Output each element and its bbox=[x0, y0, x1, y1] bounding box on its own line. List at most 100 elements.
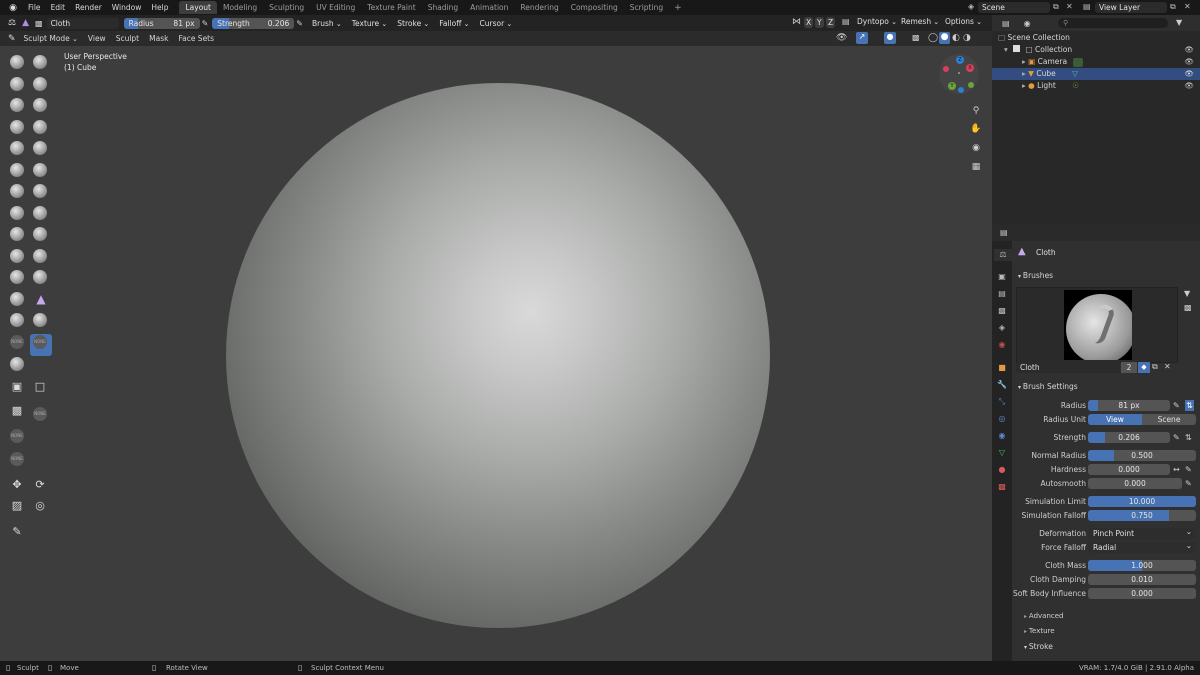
nudge-brush-icon[interactable] bbox=[10, 270, 24, 284]
rotate-brush-icon[interactable] bbox=[33, 270, 47, 284]
force-falloff-select[interactable]: Radial bbox=[1088, 540, 1196, 553]
multiplane-scrape-brush-icon[interactable] bbox=[33, 184, 47, 198]
mode-selector[interactable]: Sculpt Mode bbox=[19, 34, 83, 43]
add-workspace-icon[interactable]: + bbox=[669, 3, 687, 13]
xray-icon[interactable]: ▩ bbox=[912, 33, 920, 42]
brush-browse-icon[interactable]: ▩ bbox=[35, 19, 43, 28]
expand-arrow-icon[interactable]: ▾ bbox=[1004, 45, 1008, 54]
unlink-brush-icon[interactable]: ✕ bbox=[1164, 362, 1171, 371]
tab-view-layer-icon[interactable]: ▩ bbox=[996, 305, 1008, 317]
brush-menu[interactable]: Brush bbox=[307, 19, 347, 28]
stroke-menu[interactable]: Stroke bbox=[392, 19, 434, 28]
gizmo-z-axis[interactable]: Z bbox=[956, 56, 964, 64]
outliner-search-input[interactable]: ⚲ bbox=[1058, 18, 1168, 28]
camera-expand-icon[interactable]: ▸ bbox=[1022, 57, 1026, 66]
gizmo-neg-x-axis[interactable] bbox=[943, 66, 949, 72]
cursor-menu[interactable]: Cursor bbox=[475, 19, 518, 28]
tab-render-icon[interactable]: ▣ bbox=[996, 271, 1008, 283]
menu-view[interactable]: View bbox=[83, 34, 111, 43]
duplicate-brush-icon[interactable]: ⧉ bbox=[1152, 362, 1158, 372]
new-view-layer-icon[interactable]: ⧉ bbox=[1170, 2, 1176, 12]
simplify-brush-icon[interactable] bbox=[33, 313, 47, 327]
fill-brush-icon[interactable] bbox=[33, 163, 47, 177]
box-face-set-icon[interactable]: ▩ bbox=[10, 404, 24, 418]
strength-prop-pressure-icon[interactable]: ✎ bbox=[1173, 432, 1180, 443]
gizmo-y-axis[interactable]: Y bbox=[948, 82, 956, 90]
mask-brush-icon[interactable]: NONE bbox=[10, 335, 24, 349]
remesh-menu[interactable]: Remesh bbox=[896, 17, 944, 26]
dyntopo-menu[interactable]: Dyntopo bbox=[852, 17, 902, 26]
scrape-brush-icon[interactable] bbox=[10, 184, 24, 198]
3d-viewport[interactable]: User Perspective (1) Cube ▲ NONE NONE ▣ bbox=[0, 46, 992, 661]
cube-expand-icon[interactable]: ▸ bbox=[1022, 69, 1026, 78]
strength-prop-unified-icon[interactable]: ⇅ bbox=[1185, 432, 1192, 443]
soft-body-field[interactable]: 0.000 bbox=[1088, 588, 1196, 599]
smooth-brush-icon[interactable] bbox=[33, 141, 47, 155]
overlay-toggle-icon[interactable]: ● bbox=[884, 32, 896, 44]
cloth-mass-field[interactable]: 1.000 bbox=[1088, 560, 1196, 571]
deformation-select[interactable]: Pinch Point bbox=[1088, 526, 1196, 539]
sim-falloff-field[interactable]: 0.750 bbox=[1088, 510, 1196, 521]
gizmo-x-axis[interactable]: X bbox=[966, 64, 974, 72]
brushes-section-header[interactable]: Brushes bbox=[1018, 271, 1053, 280]
transform-tool-icon[interactable]: ◎ bbox=[33, 499, 47, 513]
options-menu[interactable]: Options bbox=[940, 17, 987, 26]
sim-limit-field[interactable]: 10.000 bbox=[1088, 496, 1196, 507]
blender-logo-icon[interactable]: ◉ bbox=[6, 2, 20, 14]
ortho-toggle-icon[interactable]: ▦ bbox=[969, 162, 983, 172]
tab-output-icon[interactable]: ▤ bbox=[996, 288, 1008, 300]
camera-view-icon[interactable]: ◉ bbox=[969, 143, 983, 153]
camera-data-icon[interactable] bbox=[1073, 57, 1084, 67]
brush-users-count[interactable]: 2 bbox=[1121, 362, 1137, 373]
collection-visibility-icon[interactable]: 👁 bbox=[1184, 44, 1194, 56]
brush-name-field[interactable]: Cloth bbox=[46, 17, 119, 29]
layer-brush-icon[interactable] bbox=[33, 98, 47, 112]
mirror-y-toggle[interactable]: Y bbox=[815, 17, 824, 28]
tab-scene-icon[interactable]: ◈ bbox=[996, 322, 1008, 334]
brush-settings-section-header[interactable]: Brush Settings bbox=[1018, 382, 1078, 391]
light-visibility-icon[interactable]: 👁 bbox=[1184, 80, 1194, 92]
include-checkbox[interactable] bbox=[1013, 45, 1021, 52]
thumb-brush-icon[interactable] bbox=[10, 249, 24, 263]
autosmooth-pressure-icon[interactable]: ✎ bbox=[1185, 478, 1192, 489]
inflate-brush-icon[interactable] bbox=[10, 120, 24, 134]
display-mode-icon[interactable]: ◉ bbox=[1024, 19, 1031, 28]
cloth-brush-icon[interactable]: ▲ bbox=[22, 18, 29, 28]
scene-selector[interactable]: Scene bbox=[978, 2, 1050, 13]
properties-editor-icon[interactable]: ▤ bbox=[1000, 228, 1008, 237]
advanced-subpanel[interactable]: Advanced bbox=[1024, 612, 1064, 620]
brush-menu-icon[interactable]: ▼ bbox=[1184, 289, 1190, 298]
outliner-row-collection[interactable]: ▾ □ Collection 👁 bbox=[992, 44, 1200, 56]
pan-hand-icon[interactable]: ✋ bbox=[969, 124, 983, 134]
remove-scene-icon[interactable]: ✕ bbox=[1066, 2, 1073, 11]
gizmo-neg-y-axis[interactable] bbox=[968, 82, 974, 88]
menu-help[interactable]: Help bbox=[146, 0, 173, 15]
slide-relax-brush-icon[interactable] bbox=[10, 292, 24, 306]
gizmo-toggle-icon[interactable]: ↗ bbox=[856, 32, 868, 44]
tab-layout[interactable]: Layout bbox=[179, 1, 217, 14]
mirror-z-toggle[interactable]: Z bbox=[826, 17, 836, 28]
cloth-damping-field[interactable]: 0.010 bbox=[1088, 574, 1196, 585]
tab-shading[interactable]: Shading bbox=[422, 1, 464, 14]
mesh-filter-icon[interactable]: NONE bbox=[10, 452, 24, 466]
falloff-menu[interactable]: Falloff bbox=[434, 19, 474, 28]
tab-uv-editing[interactable]: UV Editing bbox=[310, 1, 361, 14]
strength-slider[interactable]: Strength 0.206 bbox=[212, 17, 295, 29]
outliner-editor-icon[interactable]: ▤ bbox=[1002, 19, 1010, 28]
visibility-icon[interactable]: 👁 bbox=[836, 33, 847, 43]
radius-slider[interactable]: Radius 81 px bbox=[123, 17, 200, 29]
menu-sculpt[interactable]: Sculpt bbox=[111, 34, 144, 43]
radius-unit-view-button[interactable]: View bbox=[1088, 414, 1142, 425]
menu-face-sets[interactable]: Face Sets bbox=[173, 34, 219, 43]
menu-file[interactable]: File bbox=[23, 0, 46, 15]
tab-compositing[interactable]: Compositing bbox=[565, 1, 624, 14]
scene-icon[interactable]: ◈ bbox=[968, 2, 974, 11]
normal-radius-field[interactable]: 0.500 bbox=[1088, 450, 1196, 461]
view-layer-selector[interactable]: View Layer bbox=[1095, 2, 1167, 13]
remove-view-layer-icon[interactable]: ✕ bbox=[1184, 2, 1191, 11]
solid-shading-icon[interactable]: ● bbox=[939, 32, 950, 44]
stroke-subpanel[interactable]: Stroke bbox=[1024, 642, 1053, 651]
brush-preview-area[interactable] bbox=[1016, 287, 1178, 363]
mesh-data-icon[interactable]: ▽ bbox=[1072, 69, 1078, 78]
snake-hook-brush-icon[interactable] bbox=[33, 227, 47, 241]
